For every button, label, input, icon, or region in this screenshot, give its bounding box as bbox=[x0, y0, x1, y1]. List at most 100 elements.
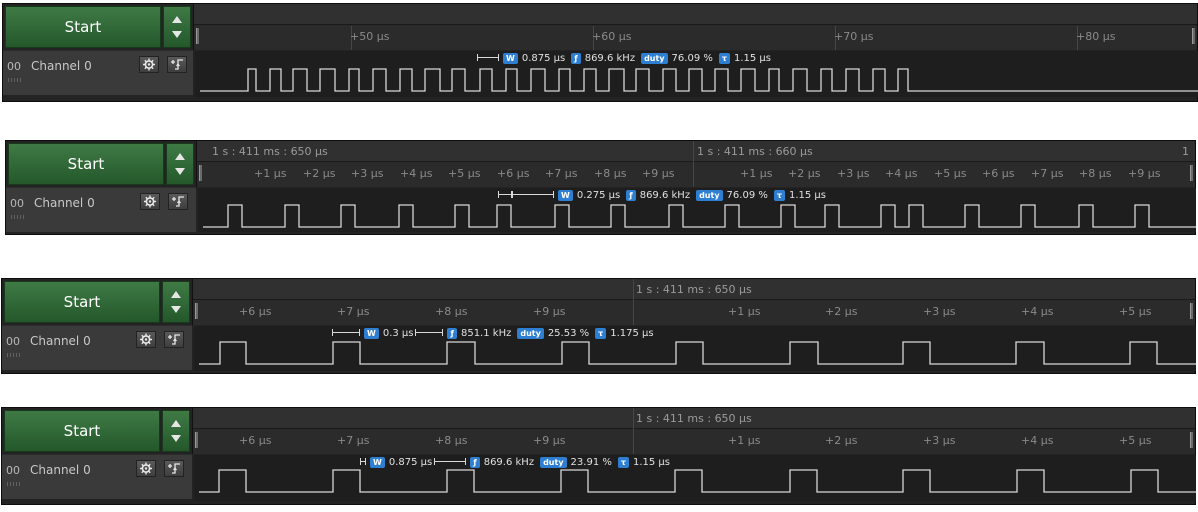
tick-label: +4 µs bbox=[1021, 305, 1054, 318]
signal-trace bbox=[200, 68, 1198, 92]
waveform-area[interactable]: W 0.875 µs ƒ 869.6 kHz duty 23.91 % τ 1.… bbox=[194, 455, 1196, 501]
scroll-arrows-button[interactable] bbox=[162, 410, 190, 452]
tick-label: +1 µs bbox=[254, 167, 287, 180]
down-arrow-icon bbox=[171, 306, 181, 313]
start-button[interactable]: Start bbox=[4, 410, 160, 452]
capture-panel-3: Start 1 s : 411 ms : 650 µs +6 µs +7 µs … bbox=[1, 278, 1196, 374]
channel-name[interactable]: Channel 0 bbox=[30, 334, 91, 348]
duty-badge: duty bbox=[696, 189, 723, 201]
period-value: 1.15 µs bbox=[733, 52, 771, 64]
trigger-edge-icon[interactable] bbox=[167, 56, 187, 73]
period-badge: τ bbox=[617, 456, 629, 468]
scroll-arrows-button[interactable] bbox=[163, 6, 191, 48]
tick-line bbox=[633, 408, 634, 454]
measurement-bar[interactable]: W 0.875 µs ƒ 869.6 kHz duty 76.09 % τ 1.… bbox=[477, 51, 773, 65]
tick-label: +3 µs bbox=[923, 434, 956, 447]
start-button[interactable]: Start bbox=[5, 6, 161, 48]
channel-name[interactable]: Channel 0 bbox=[30, 463, 91, 477]
period-marker bbox=[512, 191, 554, 202]
time-ruler[interactable]: 1 s : 411 ms : 650 µs +6 µs +7 µs +8 µs … bbox=[192, 279, 1195, 325]
tick-label: +8 µs bbox=[1079, 167, 1112, 180]
start-button[interactable]: Start bbox=[4, 281, 160, 323]
start-label: Start bbox=[63, 293, 101, 311]
ruler-right-grip[interactable] bbox=[1192, 28, 1195, 44]
duty-badge: duty bbox=[641, 52, 668, 64]
frequency-value: 869.6 kHz bbox=[639, 189, 691, 201]
waveform-area[interactable]: W 0.275 µs ƒ 869.6 kHz duty 76.09 % τ 1.… bbox=[198, 188, 1196, 232]
signal-trace bbox=[203, 204, 1196, 228]
down-arrow-icon bbox=[175, 168, 185, 175]
trigger-edge-icon[interactable] bbox=[164, 460, 184, 477]
channel-row[interactable]: 00 Channel 0 bbox=[2, 325, 192, 370]
width-badge: W bbox=[558, 189, 573, 201]
scroll-arrows-button[interactable] bbox=[166, 143, 194, 185]
width-value: 0.3 µs bbox=[382, 327, 414, 339]
duty-badge: duty bbox=[540, 456, 567, 468]
tick-label: +2 µs bbox=[303, 167, 336, 180]
tick-label: +8 µs bbox=[435, 434, 468, 447]
time-ruler[interactable]: 1 s : 411 ms : 650 µs 1 s : 411 ms : 660… bbox=[196, 141, 1195, 187]
tick-label: +3 µs bbox=[837, 167, 870, 180]
frequency-badge: ƒ bbox=[571, 52, 581, 64]
width-marker bbox=[332, 329, 360, 340]
scroll-arrows-button[interactable] bbox=[162, 281, 190, 323]
gear-icon[interactable] bbox=[136, 331, 156, 348]
start-label: Start bbox=[67, 155, 105, 173]
time-ruler[interactable]: 1 s : 411 ms : 650 µs +6 µs +7 µs +8 µs … bbox=[192, 408, 1195, 454]
ruler-left-grip[interactable] bbox=[195, 432, 198, 448]
gear-icon[interactable] bbox=[140, 193, 160, 210]
tick-label: +2 µs bbox=[825, 434, 858, 447]
absolute-time-label: 1 s : 411 ms : 660 µs bbox=[697, 145, 813, 158]
drag-handle-icon[interactable] bbox=[7, 78, 21, 82]
drag-handle-icon[interactable] bbox=[10, 215, 24, 219]
start-button[interactable]: Start bbox=[8, 143, 164, 185]
frequency-badge: ƒ bbox=[447, 327, 457, 339]
trigger-edge-icon[interactable] bbox=[168, 193, 188, 210]
channel-name[interactable]: Channel 0 bbox=[31, 59, 92, 73]
measurement-bar[interactable]: W 0.875 µs ƒ 869.6 kHz duty 23.91 % τ 1.… bbox=[360, 455, 672, 469]
capture-panel-1: Start +50 µs +60 µs +70 µs +80 µs 00 Cha… bbox=[2, 3, 1198, 102]
channel-row[interactable]: 00 Channel 0 bbox=[6, 187, 196, 232]
width-marker bbox=[360, 458, 366, 469]
tick-label: +7 µs bbox=[337, 434, 370, 447]
waveform-area[interactable]: W 0.875 µs ƒ 869.6 kHz duty 76.09 % τ 1.… bbox=[195, 51, 1198, 97]
ruler-right-grip[interactable] bbox=[1190, 165, 1193, 181]
tick-label: +9 µs bbox=[533, 434, 566, 447]
tick-label: +7 µs bbox=[545, 167, 578, 180]
duty-badge: duty bbox=[517, 327, 544, 339]
down-arrow-icon bbox=[171, 435, 181, 442]
up-arrow-icon bbox=[171, 420, 181, 427]
ruler-left-grip[interactable] bbox=[196, 28, 199, 44]
measurement-bar[interactable]: W 0.3 µs ƒ 851.1 kHz duty 25.53 % τ 1.17… bbox=[332, 326, 656, 340]
ruler-left-grip[interactable] bbox=[199, 165, 202, 181]
width-badge: W bbox=[370, 456, 385, 468]
tick-label: +9 µs bbox=[1128, 167, 1161, 180]
tick-label: +7 µs bbox=[1031, 167, 1064, 180]
channel-name[interactable]: Channel 0 bbox=[34, 196, 95, 210]
waveform-area[interactable]: W 0.3 µs ƒ 851.1 kHz duty 25.53 % τ 1.17… bbox=[194, 326, 1196, 371]
tick-label: +3 µs bbox=[923, 305, 956, 318]
absolute-time-label: 1 s : 411 ms : 650 µs bbox=[636, 283, 752, 296]
ruler-relative-band bbox=[194, 26, 1197, 50]
trigger-edge-icon[interactable] bbox=[164, 331, 184, 348]
drag-handle-icon[interactable] bbox=[6, 353, 20, 357]
ruler-right-grip[interactable] bbox=[1190, 303, 1193, 319]
frequency-badge: ƒ bbox=[470, 456, 480, 468]
tick-label: +2 µs bbox=[825, 305, 858, 318]
duty-value: 25.53 % bbox=[547, 327, 590, 339]
tick-label: +1 µs bbox=[740, 167, 773, 180]
frequency-value: 851.1 kHz bbox=[460, 327, 512, 339]
tick-label: +6 µs bbox=[239, 434, 272, 447]
gear-icon[interactable] bbox=[139, 56, 159, 73]
measurement-bar[interactable]: W 0.275 µs ƒ 869.6 kHz duty 76.09 % τ 1.… bbox=[498, 188, 828, 202]
gear-icon[interactable] bbox=[136, 460, 156, 477]
ruler-right-grip[interactable] bbox=[1190, 432, 1193, 448]
tick-label: +4 µs bbox=[1021, 434, 1054, 447]
width-value: 0.275 µs bbox=[576, 189, 621, 201]
channel-row[interactable]: 00 Channel 0 bbox=[3, 50, 193, 95]
ruler-left-grip[interactable] bbox=[195, 303, 198, 319]
drag-handle-icon[interactable] bbox=[6, 482, 20, 486]
time-ruler[interactable]: +50 µs +60 µs +70 µs +80 µs bbox=[193, 4, 1197, 50]
tick-line bbox=[693, 141, 694, 187]
channel-row[interactable]: 00 Channel 0 bbox=[2, 454, 192, 499]
